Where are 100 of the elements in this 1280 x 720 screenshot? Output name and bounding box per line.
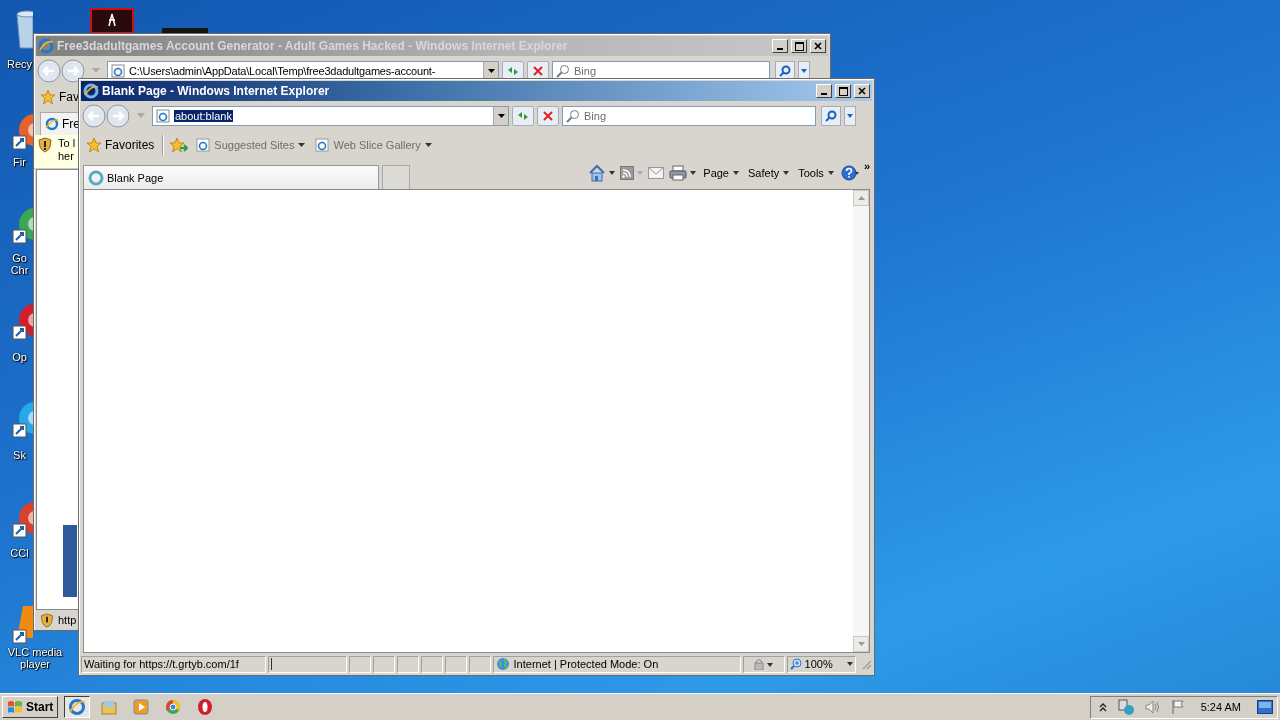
- browser-icon: [38, 38, 54, 54]
- information-bar-text: To l: [58, 137, 76, 150]
- stop-icon: [542, 110, 554, 122]
- show-desktop-icon[interactable]: [1257, 700, 1273, 714]
- stop-icon: [532, 65, 544, 77]
- search-options-button[interactable]: [798, 61, 810, 81]
- desktop-icon-label[interactable]: Recy: [6, 58, 33, 70]
- status-text: http: [58, 614, 77, 626]
- folder-icon: [100, 698, 119, 716]
- security-zone-pane[interactable]: Internet | Protected Mode: On: [492, 655, 741, 673]
- scroll-up-icon: [857, 196, 865, 200]
- feeds-icon[interactable]: [620, 166, 635, 180]
- favorites-link[interactable]: Suggested Sites: [194, 138, 308, 152]
- desktop-icon-label[interactable]: Sk: [6, 449, 33, 461]
- caret-icon: [424, 143, 432, 147]
- print-icon[interactable]: [669, 165, 688, 181]
- mail-icon[interactable]: [648, 167, 665, 179]
- caret-icon: [487, 69, 495, 73]
- caret-icon: [733, 171, 739, 175]
- desktop-icon-label[interactable]: Op: [6, 351, 33, 363]
- maximize-icon: [794, 41, 804, 51]
- show-hidden-icons-icon[interactable]: [1098, 702, 1107, 712]
- search-icon: [779, 65, 791, 77]
- search-icon: [825, 110, 837, 122]
- favorites-button[interactable]: Favorites: [84, 137, 157, 153]
- back-forward-icon[interactable]: [82, 103, 130, 129]
- address-field[interactable]: C:\Users\admin\AppData\Local\Temp\free3dadultgames-account-: [107, 61, 499, 81]
- status-pane: [373, 655, 395, 673]
- command-menu[interactable]: Tools: [796, 167, 836, 179]
- overflow-chevron[interactable]: »: [863, 160, 870, 172]
- stop-button[interactable]: [527, 61, 549, 81]
- caret-icon: [827, 171, 834, 175]
- browser-icon: [83, 83, 99, 99]
- browser-tab[interactable]: Blank Page: [83, 165, 379, 189]
- close-button[interactable]: [854, 84, 870, 98]
- window-title: Blank Page - Windows Internet Explorer: [102, 84, 330, 98]
- search-options-button[interactable]: [844, 106, 856, 126]
- clock[interactable]: 5:24 AM: [1200, 701, 1241, 713]
- ring-icon: [88, 169, 104, 186]
- address-field[interactable]: about:blank: [152, 106, 509, 126]
- round-logo-icon: [164, 698, 183, 716]
- minimize-button[interactable]: [816, 84, 832, 98]
- shield-warning-icon: [38, 137, 52, 153]
- caret-icon[interactable]: [609, 171, 616, 175]
- address-dropdown-button[interactable]: [493, 107, 508, 125]
- caret-icon: [847, 114, 853, 118]
- play-icon: [132, 698, 151, 716]
- search-button[interactable]: [821, 106, 841, 126]
- protected-mode-button[interactable]: [742, 655, 785, 673]
- zoom-icon: [789, 658, 802, 670]
- status-pane: [420, 655, 443, 673]
- search-button[interactable]: [775, 61, 795, 81]
- start-button[interactable]: Start: [2, 696, 59, 718]
- caret-icon: [298, 143, 306, 147]
- close-icon: [858, 87, 866, 95]
- status-pane: [444, 655, 467, 673]
- resize-grip-icon[interactable]: [860, 658, 872, 670]
- taskbar-app-button[interactable]: [64, 696, 91, 718]
- command-menu[interactable]: Safety: [746, 167, 792, 179]
- desktop-icon-label[interactable]: VLC media player: [0, 646, 70, 670]
- maximize-button[interactable]: [835, 84, 851, 98]
- address-text: C:\Users\admin\AppData\Local\Temp\free3dadultgames-account-: [129, 65, 436, 77]
- zoom-button[interactable]: 100%: [786, 655, 857, 673]
- home-icon[interactable]: [588, 164, 607, 182]
- security-zone-text: Internet | Protected Mode: On: [513, 658, 659, 670]
- flag-logo-icon: [7, 700, 23, 714]
- caret-icon: [847, 662, 854, 666]
- address-text: about:blank: [174, 110, 233, 122]
- favorites-link[interactable]: Web Slice Gallery: [313, 138, 434, 152]
- help-icon[interactable]: [840, 165, 859, 181]
- refresh-icon: [516, 110, 530, 122]
- vertical-scrollbar[interactable]: [853, 190, 869, 652]
- star-icon[interactable]: [40, 89, 56, 105]
- command-menu[interactable]: Page: [701, 167, 741, 179]
- page-icon: [315, 138, 330, 152]
- maximize-icon: [838, 86, 848, 96]
- scroll-down-icon: [857, 642, 865, 646]
- favorites-button[interactable]: Fav: [59, 90, 79, 104]
- back-forward-icon[interactable]: [37, 58, 85, 84]
- volume-icon[interactable]: [1144, 700, 1161, 714]
- desktop-icon-label[interactable]: CCl: [6, 547, 33, 559]
- browser-icon: [68, 698, 87, 716]
- desktop-icon-label[interactable]: Fir: [6, 156, 33, 168]
- stop-button[interactable]: [537, 106, 559, 126]
- browser-icon: [45, 117, 59, 131]
- page-icon: [111, 64, 125, 78]
- refresh-button[interactable]: [502, 61, 524, 81]
- shield-warning-icon: [40, 612, 54, 628]
- caret-icon: [783, 171, 790, 175]
- status-pane: [468, 655, 491, 673]
- page-icon: [156, 109, 170, 123]
- desktop-shortcut-icon[interactable]: [90, 8, 134, 33]
- ring-logo-icon: [196, 698, 215, 716]
- flag-icon[interactable]: [1170, 699, 1185, 715]
- desktop-icon-label[interactable]: Go Chr: [6, 252, 33, 276]
- search-icon: [566, 109, 580, 123]
- search-icon: [556, 64, 570, 78]
- caret-icon: [497, 114, 505, 118]
- caret-icon[interactable]: [690, 171, 697, 175]
- search-field[interactable]: Bing: [562, 106, 816, 126]
